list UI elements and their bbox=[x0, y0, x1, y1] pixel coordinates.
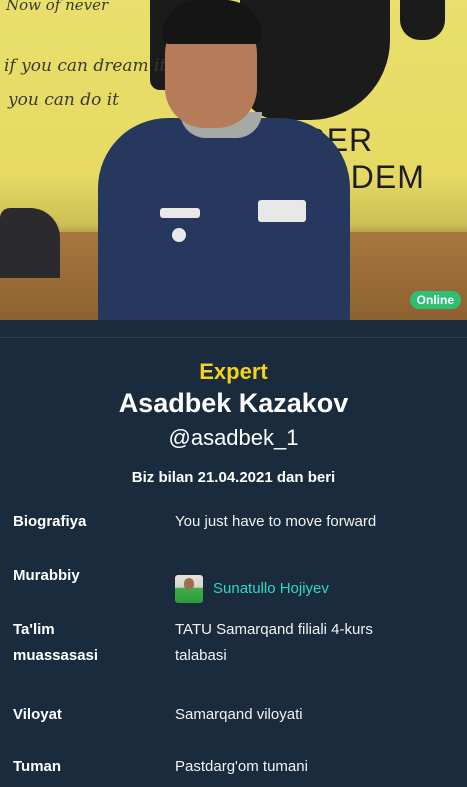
detail-value: Pastdarg'om tumani bbox=[175, 758, 308, 775]
detail-value: You just have to move forward bbox=[175, 513, 377, 530]
person-shirt bbox=[98, 118, 350, 320]
detail-label: Murabbiy bbox=[13, 567, 80, 584]
detail-row-institution: Ta'lim muassasasi TATU Samarqand filiali… bbox=[0, 615, 467, 702]
chair bbox=[0, 208, 60, 278]
mentor-link[interactable]: Sunatullo Hojiyev bbox=[175, 563, 455, 615]
mentor-avatar[interactable] bbox=[175, 575, 203, 603]
detail-label: Tuman bbox=[13, 758, 62, 775]
detail-label: Biografiya bbox=[13, 513, 87, 530]
detail-row-district: Tuman Pastdarg'om tumani bbox=[0, 754, 467, 787]
world-map-shape-2 bbox=[240, 0, 390, 120]
shirt-emblem-icon bbox=[172, 228, 186, 242]
mentor-name[interactable]: Sunatullo Hojiyev bbox=[213, 576, 329, 602]
detail-value: Samarqand viloyati bbox=[175, 706, 303, 723]
detail-row-biography: Biografiya You just have to move forward bbox=[0, 509, 467, 563]
rank-label: Expert bbox=[199, 359, 268, 384]
profile-name: Asadbek Kazakov bbox=[118, 388, 349, 418]
detail-label: Viloyat bbox=[13, 706, 62, 723]
wall-text-2: if you can dream it bbox=[4, 56, 167, 76]
person-hair bbox=[162, 0, 262, 44]
wall-text-1: Now of never bbox=[6, 0, 109, 14]
shirt-logo-icon bbox=[160, 208, 200, 218]
world-map-shape-3 bbox=[400, 0, 445, 40]
profile-details: Biografiya You just have to move forward… bbox=[0, 509, 467, 787]
detail-row-region: Viloyat Samarqand viloyati bbox=[0, 702, 467, 754]
detail-label: Ta'lim muassasasi bbox=[13, 621, 99, 664]
member-since: Biz bilan 21.04.2021 dan beri bbox=[131, 469, 336, 486]
profile-header: Expert Asadbek Kazakov @asadbek_1 Biz bi… bbox=[0, 338, 467, 488]
profile-username: @asadbek_1 bbox=[168, 425, 299, 450]
status-badge: Online bbox=[409, 291, 461, 309]
shirt-badge-icon bbox=[258, 200, 306, 222]
detail-row-mentor: Murabbiy Sunatullo Hojiyev bbox=[0, 563, 467, 615]
detail-value: TATU Samarqand filiali 4-kurs talabasi bbox=[175, 621, 373, 664]
profile-photo: Now of never if you can dream it you can… bbox=[0, 0, 467, 320]
wall-text-3: you can do it bbox=[8, 90, 119, 110]
